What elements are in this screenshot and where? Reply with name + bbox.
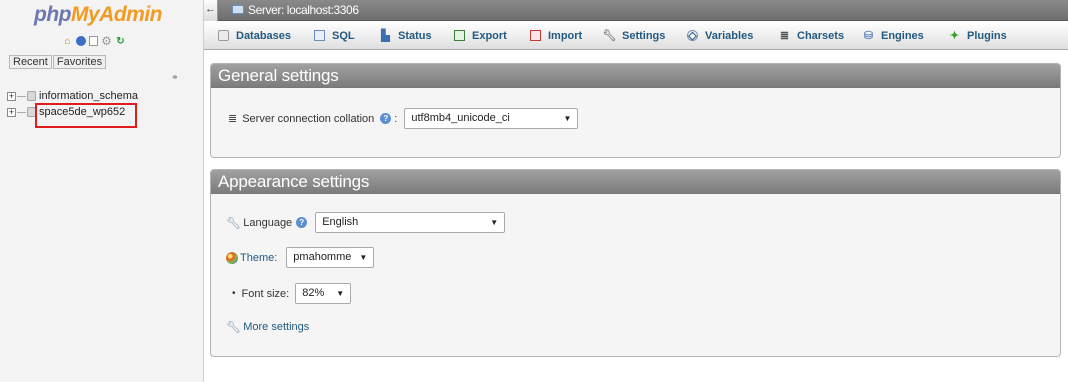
help-icon[interactable]: ? <box>380 113 392 124</box>
tab-export[interactable]: Export <box>454 22 507 49</box>
expand-icon[interactable]: + <box>7 107 16 117</box>
home-icon[interactable]: ⌂ <box>62 36 73 47</box>
list-icon: ≣ <box>228 113 238 125</box>
collation-value: utf8mb4_unicode_ci <box>411 112 510 124</box>
logo-part-myadmin: MyAdmin <box>70 3 163 26</box>
appearance-settings-title: Appearance settings <box>211 170 1060 194</box>
language-icon: 🔧︎ <box>226 215 242 230</box>
tree-connector <box>17 111 26 113</box>
more-settings-link[interactable]: More settings <box>243 321 309 333</box>
logo-part-php: php <box>34 3 71 26</box>
sql-icon <box>314 30 325 41</box>
breadcrumb-server[interactable]: Server: localhost:3306 <box>248 3 359 17</box>
docs-icon[interactable] <box>89 36 98 46</box>
theme-field: Theme: pmahomme ▼ <box>226 247 375 268</box>
collation-select[interactable]: utf8mb4_unicode_ci ▼ <box>404 108 579 129</box>
general-settings-group: General settings ≣ Server connection col… <box>210 63 1061 158</box>
tab-engines[interactable]: ⛁ Engines <box>863 22 924 49</box>
wrench-icon: 🔧︎ <box>226 320 242 334</box>
highlight-annotation-box <box>35 103 137 128</box>
tab-label: Export <box>472 29 507 42</box>
collapse-navigation-button[interactable]: ← <box>204 0 218 21</box>
phpmyadmin-logo[interactable]: phpMyAdmin <box>34 3 162 27</box>
theme-icon <box>226 251 238 264</box>
status-icon: ▙ <box>381 30 390 42</box>
server-icon <box>232 5 244 14</box>
tab-label: Status <box>398 29 432 42</box>
wrench-icon: 🔧︎ <box>602 30 617 42</box>
charsets-icon: ≣ <box>779 30 790 42</box>
dropdown-arrow-icon: ▼ <box>336 289 345 298</box>
settings-icon[interactable]: ⚙ <box>101 35 112 47</box>
reload-icon[interactable]: ↻ <box>115 36 126 47</box>
tab-label: Databases <box>236 29 292 42</box>
database-name[interactable]: information_schema <box>39 90 138 102</box>
exit-icon[interactable] <box>76 36 86 46</box>
tree-connector <box>17 95 26 97</box>
tab-databases[interactable]: Databases <box>218 22 291 49</box>
tab-label: Plugins <box>967 29 1007 42</box>
tab-sql[interactable]: SQL <box>314 22 355 49</box>
tab-label: Variables <box>705 29 754 42</box>
tab-label: Settings <box>622 29 666 42</box>
theme-label[interactable]: Theme: <box>240 252 277 264</box>
main-menu: Databases SQL ▙ Status Export Import 🔧︎ … <box>204 22 1068 50</box>
navigation-panel: phpMyAdmin ⌂ ⚙ ↻ Recent Favorites ⚭ + in… <box>0 0 204 382</box>
collation-label: Server connection collation <box>242 112 375 125</box>
general-settings-title: General settings <box>211 64 1060 88</box>
language-field: 🔧︎ Language ? English ▼ <box>226 212 506 233</box>
engines-icon: ⛁ <box>863 30 874 42</box>
tab-import[interactable]: Import <box>530 22 582 49</box>
dropdown-arrow-icon: ▼ <box>563 114 572 123</box>
appearance-settings-group: Appearance settings 🔧︎ Language ? Englis… <box>210 169 1061 357</box>
export-icon <box>454 30 465 41</box>
database-tree-item[interactable]: + information_schema <box>7 90 138 102</box>
tab-variables[interactable]: ◇ Variables <box>687 22 753 49</box>
help-icon[interactable]: ? <box>296 217 308 228</box>
recent-favorites-tabs: Recent Favorites <box>9 55 107 69</box>
link-with-main-panel-icon[interactable]: ⚭ <box>171 72 179 83</box>
theme-select[interactable]: pmahomme ▼ <box>286 247 375 268</box>
language-select[interactable]: English ▼ <box>315 212 506 233</box>
font-size-value: 82% <box>302 287 325 299</box>
tab-recent[interactable]: Recent <box>9 55 52 69</box>
collation-colon: : <box>394 112 398 125</box>
font-size-field: • Font size: 82% ▼ <box>232 283 352 304</box>
database-icon <box>27 91 36 101</box>
variables-icon: ◇ <box>687 30 698 42</box>
database-icon <box>218 30 229 41</box>
more-settings-field: 🔧︎ More settings <box>226 320 309 334</box>
tab-favorites[interactable]: Favorites <box>52 55 107 69</box>
navigation-icons: ⌂ ⚙ ↻ <box>62 35 126 47</box>
dropdown-arrow-icon: ▼ <box>490 218 499 227</box>
tab-label: Engines <box>881 29 924 42</box>
collation-field: ≣ Server connection collation ? : utf8mb… <box>228 108 579 129</box>
plugins-icon: ✦ <box>949 30 960 42</box>
breadcrumb-bar: ← Server: localhost:3306 <box>204 0 1068 21</box>
language-value: English <box>322 216 359 228</box>
theme-value: pmahomme <box>293 251 352 263</box>
dropdown-arrow-icon: ▼ <box>359 253 368 262</box>
tab-charsets[interactable]: ≣ Charsets <box>779 22 844 49</box>
tab-status[interactable]: ▙ Status <box>380 22 432 49</box>
tab-label: Import <box>548 29 583 42</box>
bullet-icon: • <box>232 288 236 299</box>
font-size-label: Font size: <box>241 287 290 300</box>
language-label: Language <box>243 216 293 229</box>
tab-label: Charsets <box>797 29 845 42</box>
tab-settings[interactable]: 🔧︎ Settings <box>602 22 666 49</box>
expand-icon[interactable]: + <box>7 91 16 101</box>
font-size-select[interactable]: 82% ▼ <box>295 283 352 304</box>
tab-label: SQL <box>332 29 355 42</box>
tab-plugins[interactable]: ✦ Plugins <box>949 22 1007 49</box>
import-icon <box>530 30 541 41</box>
